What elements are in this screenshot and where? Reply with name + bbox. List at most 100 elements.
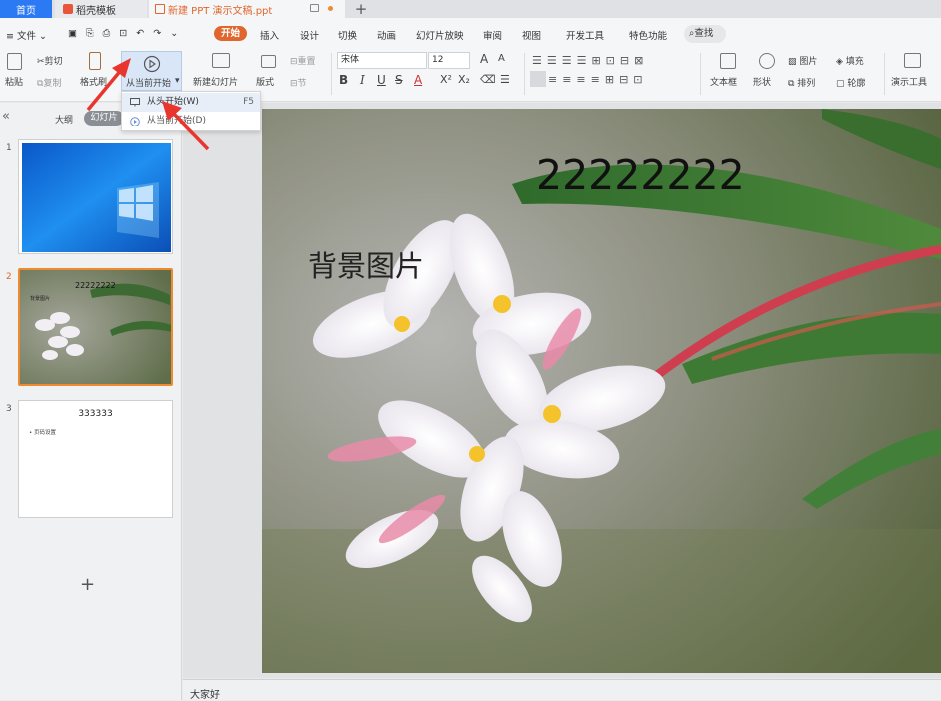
cut-button[interactable]: ✂剪切 <box>37 54 63 67</box>
menu-slideshow[interactable]: 幻灯片放映 <box>416 28 464 42</box>
format-painter-icon[interactable] <box>89 52 101 70</box>
menu-review[interactable]: 审阅 <box>483 28 502 42</box>
outline-tab[interactable]: 大纲 <box>55 113 73 126</box>
play-from-beginning-label: 从头开始(W) <box>147 97 199 107</box>
tab-bar: 首页 稻壳模板 新建 PPT 演示文稿.ppt + <box>0 0 941 18</box>
slide-thumbnail-1[interactable] <box>18 139 173 254</box>
new-tab-button[interactable]: + <box>353 0 369 18</box>
tab-template[interactable]: 稻壳模板 <box>55 0 147 18</box>
ppt-file-icon <box>155 4 165 14</box>
paste-icon[interactable] <box>7 53 22 70</box>
undo-icon[interactable]: ↶ <box>136 28 144 39</box>
menu-features[interactable]: 特色功能 <box>629 28 667 42</box>
play-from-current-label: 从当前开始 <box>126 79 172 89</box>
picture-button[interactable]: ▨ 图片 <box>788 54 817 67</box>
slide-number: 3 <box>6 404 12 414</box>
play-from-current-button[interactable]: 从当前开始 ▾ <box>121 51 182 91</box>
copy-button[interactable]: ⧉复制 <box>37 76 61 89</box>
char-spacing-icon[interactable]: ☰ <box>500 73 510 86</box>
slide-body-text[interactable]: 背景图片 <box>308 243 424 285</box>
presentation-tools-button[interactable]: 演示工具 <box>891 75 927 88</box>
layout-icon[interactable] <box>261 55 276 68</box>
font-name-select[interactable]: 宋体 <box>337 52 427 69</box>
outline-label: 轮廓 <box>847 79 866 89</box>
menu-file[interactable]: ≡ 文件 ⌄ <box>6 28 47 42</box>
divider <box>700 53 701 95</box>
collapse-panel-icon[interactable]: « <box>2 109 10 124</box>
reset-button[interactable]: ⊟重置 <box>290 54 316 67</box>
arrange-button[interactable]: ⧉ 排列 <box>788 76 815 89</box>
format-painter-button[interactable]: 格式刷 <box>80 75 107 88</box>
new-slide-button[interactable]: 新建幻灯片 <box>193 75 238 88</box>
chevron-down-icon: ▾ <box>175 76 180 86</box>
preview-icon[interactable]: ⊡ <box>119 28 127 39</box>
divider <box>884 53 885 95</box>
search-label: 查找 <box>694 28 714 39</box>
save-icon[interactable]: ▣ <box>68 28 77 39</box>
bold-icon[interactable]: B <box>339 73 348 87</box>
menu-insert[interactable]: 插入 <box>260 28 279 42</box>
menu-transition[interactable]: 切换 <box>338 28 357 42</box>
slide-thumbnail-2[interactable]: 22222222 背景图片 <box>18 268 173 386</box>
print-icon[interactable]: ⎙ <box>103 28 111 39</box>
clear-format-icon[interactable]: ⌫ <box>480 73 496 86</box>
slide-title[interactable]: 22222222 <box>536 151 745 199</box>
customize-icon[interactable]: ⌄ <box>170 28 178 39</box>
window-icon[interactable] <box>310 4 319 12</box>
flower-thumbnail-image: 22222222 背景图片 <box>20 270 171 384</box>
current-slide[interactable]: 22222222 背景图片 <box>262 109 941 673</box>
presentation-tools-icon[interactable] <box>904 53 921 68</box>
play-icon <box>143 55 161 73</box>
font-size-select[interactable]: 12 <box>428 52 470 69</box>
text-box-button[interactable]: 文本框 <box>710 75 737 88</box>
fill-label: 填充 <box>845 57 864 67</box>
unsaved-dot-icon <box>328 6 333 11</box>
tab-document[interactable]: 新建 PPT 演示文稿.ppt <box>149 0 345 18</box>
font-color-icon[interactable]: A <box>414 73 422 87</box>
notes-pane[interactable]: 大家好 <box>183 679 941 701</box>
slide-thumbnail-3[interactable]: 333333 • 页码设置 <box>18 400 173 518</box>
slides-tab[interactable]: 幻灯片 <box>84 111 124 126</box>
divider <box>524 53 525 95</box>
play-options-dropdown: 从头开始(W) F5 从当前开始(D) <box>121 91 261 131</box>
search-button[interactable]: ⌕查找 <box>684 25 726 43</box>
decrease-font-icon[interactable]: A <box>498 53 505 64</box>
play-from-current-item[interactable]: 从当前开始(D) <box>122 112 260 131</box>
play-from-current-label: 从当前开始(D) <box>147 116 206 126</box>
export-icon[interactable]: ⎘ <box>86 28 94 39</box>
increase-font-icon[interactable]: A <box>480 52 488 66</box>
strikethrough-icon[interactable]: S <box>395 73 403 87</box>
paragraph-align-icons[interactable]: ≡≡≡≡⊞⊟⊡ <box>548 73 648 86</box>
superscript-icon[interactable]: X² <box>440 73 452 86</box>
scissors-icon: ✂ <box>37 57 45 67</box>
align-left-icon[interactable] <box>530 71 546 87</box>
outline-button[interactable]: ▢ 轮廓 <box>836 76 865 89</box>
menu-animation[interactable]: 动画 <box>377 28 396 42</box>
italic-icon[interactable]: I <box>360 73 365 87</box>
add-slide-button[interactable]: + <box>80 574 95 595</box>
paste-button[interactable]: 粘贴 <box>5 75 23 88</box>
quick-access-toolbar: ▣ ⎘ ⎙ ⊡ ↶ ↷ ⌄ <box>68 28 178 39</box>
fill-icon: ◈ <box>836 57 846 67</box>
shape-button[interactable]: 形状 <box>753 75 771 88</box>
menu-start[interactable]: 开始 <box>214 26 247 41</box>
underline-icon[interactable]: U <box>377 73 386 87</box>
tab-home-label: 首页 <box>16 5 36 17</box>
subscript-icon[interactable]: X₂ <box>458 73 470 86</box>
redo-icon[interactable]: ↷ <box>153 28 161 39</box>
tab-template-label: 稻壳模板 <box>76 5 116 17</box>
tab-home[interactable]: 首页 <box>0 0 52 18</box>
shape-icon[interactable] <box>759 53 775 69</box>
menu-design[interactable]: 设计 <box>300 28 319 42</box>
menu-view[interactable]: 视图 <box>522 28 541 42</box>
new-slide-icon[interactable] <box>212 53 230 68</box>
fill-button[interactable]: ◈ 填充 <box>836 54 864 67</box>
layout-button[interactable]: 版式 <box>256 75 274 88</box>
play-icon <box>130 117 140 126</box>
text-box-icon[interactable] <box>720 53 736 69</box>
play-from-beginning-item[interactable]: 从头开始(W) F5 <box>122 93 260 112</box>
paragraph-list-icons[interactable]: ☰☰☰☰⊞⊡⊟⊠ <box>532 54 648 67</box>
thumb-title: 333333 <box>78 409 113 419</box>
section-button[interactable]: ⊟节 <box>290 76 307 89</box>
menu-dev-tools[interactable]: 开发工具 <box>566 28 604 42</box>
